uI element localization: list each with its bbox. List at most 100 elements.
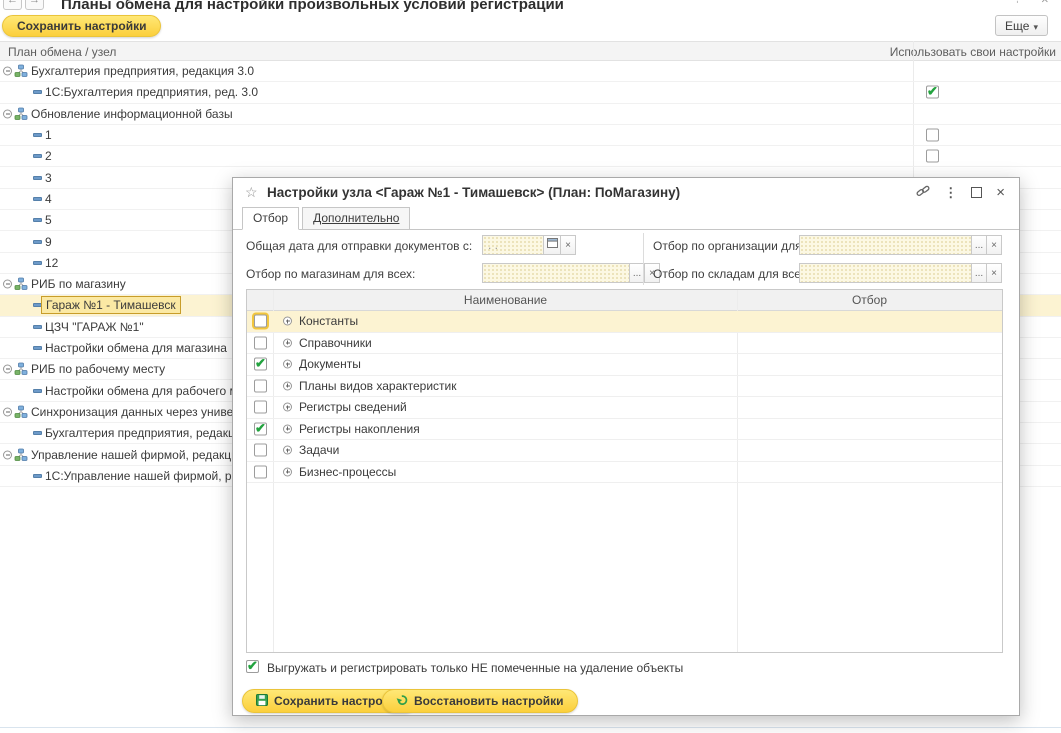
- collapse-icon[interactable]: [3, 407, 12, 416]
- clear-org-button[interactable]: ×: [986, 235, 1002, 255]
- calendar-button[interactable]: [543, 235, 561, 255]
- expand-icon[interactable]: [283, 381, 292, 390]
- tree-row[interactable]: Бухгалтерия предприятия, редакция 3.0: [0, 61, 1061, 82]
- metadata-rows: Константы СправочникиДокументыПланы видов…: [247, 311, 1002, 652]
- chevron-down-icon: ▾: [1033, 22, 1038, 32]
- fields-divider: [643, 233, 644, 285]
- expand-icon[interactable]: [283, 446, 292, 455]
- tree-row[interactable]: Обновление информационной базы: [0, 104, 1061, 125]
- column-header-plan: План обмена / узел: [8, 45, 116, 59]
- metadata-row[interactable]: Регистры накопления: [247, 419, 1002, 441]
- warehouse-input[interactable]: [799, 263, 972, 283]
- link-icon[interactable]: [916, 184, 930, 201]
- restore-settings-button[interactable]: Восстановить настройки: [382, 689, 578, 713]
- column-header-use-own-settings: Использовать свои настройки: [890, 45, 1056, 59]
- collapse-icon[interactable]: [3, 109, 12, 118]
- more-button[interactable]: Еще▾: [995, 15, 1048, 36]
- warehouse-select-button[interactable]: ...: [971, 263, 987, 283]
- metadata-row[interactable]: Задачи: [247, 440, 1002, 462]
- tree-node-label: 2: [45, 149, 52, 163]
- metadata-row[interactable]: Регистры сведений: [247, 397, 1002, 419]
- include-checkbox[interactable]: [254, 422, 267, 435]
- tree-header: План обмена / узел Использовать свои нас…: [0, 41, 1061, 61]
- metadata-row[interactable]: Константы: [247, 311, 1002, 333]
- date-field-label: Общая дата для отправки документов с:: [246, 239, 472, 253]
- expand-icon[interactable]: [283, 360, 292, 369]
- shop-input[interactable]: [482, 263, 630, 283]
- include-checkbox[interactable]: [254, 401, 267, 414]
- tree-row[interactable]: 1: [0, 125, 1061, 146]
- tab-dopolnitelno[interactable]: Дополнительно: [302, 207, 410, 230]
- maximize-icon[interactable]: [971, 187, 982, 198]
- date-input[interactable]: . .: [482, 235, 544, 255]
- close-icon[interactable]: ×: [996, 186, 1005, 199]
- shop-field-label: Отбор по магазинам для всех:: [246, 267, 415, 281]
- metadata-row[interactable]: Планы видов характеристик: [247, 376, 1002, 398]
- expand-icon[interactable]: [283, 403, 292, 412]
- save-settings-button[interactable]: Сохранить настройки: [2, 15, 161, 37]
- collapse-icon[interactable]: [3, 365, 12, 374]
- tree-node-label: 12: [45, 256, 58, 270]
- favorite-star-icon[interactable]: ☆: [245, 184, 258, 201]
- only-not-deleted-checkbox[interactable]: [246, 660, 259, 673]
- node-dash-icon: [33, 346, 42, 350]
- kebab-menu-icon[interactable]: ⋮: [944, 186, 957, 199]
- restore-icon: [396, 694, 408, 709]
- close-form-icon[interactable]: ✕: [1041, 0, 1049, 5]
- metadata-label: Регистры сведений: [299, 400, 407, 414]
- exchange-plan-icon: [14, 362, 28, 376]
- collapse-icon[interactable]: [3, 280, 12, 289]
- metadata-row[interactable]: Бизнес-процессы: [247, 462, 1002, 484]
- org-input[interactable]: [799, 235, 972, 255]
- tree-group-label: Управление нашей фирмой, редакция 1.6: [31, 448, 264, 462]
- node-dash-icon: [33, 154, 42, 158]
- dialog-tabs: Отбор Дополнительно: [233, 206, 1019, 230]
- tree-group-label: Обновление информационной базы: [31, 107, 233, 121]
- tree-row[interactable]: 1С:Бухгалтерия предприятия, ред. 3.0: [0, 82, 1061, 103]
- clear-warehouse-button[interactable]: ×: [986, 263, 1002, 283]
- exchange-plan-icon: [14, 405, 28, 419]
- clear-date-button[interactable]: ×: [560, 235, 576, 255]
- window-bottom-divider: [0, 727, 1061, 728]
- include-checkbox[interactable]: [254, 465, 267, 478]
- metadata-row[interactable]: Документы: [247, 354, 1002, 376]
- tab-otbor[interactable]: Отбор: [242, 207, 299, 230]
- node-dash-icon: [33, 197, 42, 201]
- use-own-settings-checkbox[interactable]: [926, 86, 939, 99]
- exchange-plan-icon: [14, 277, 28, 291]
- use-own-settings-checkbox[interactable]: [926, 129, 939, 142]
- pin-icon[interactable]: ⁝: [1016, 0, 1019, 5]
- metadata-label: Бизнес-процессы: [299, 465, 396, 479]
- metadata-label: Регистры накопления: [299, 422, 420, 436]
- expand-icon[interactable]: [283, 467, 292, 476]
- tree-row[interactable]: 2: [0, 146, 1061, 167]
- page-title: Планы обмена для настройки произвольных …: [61, 0, 564, 13]
- tree-node-label: 3: [45, 171, 52, 185]
- node-dash-icon: [33, 218, 42, 222]
- tree-node-label: Настройки обмена для магазина: [45, 341, 227, 355]
- forward-button[interactable]: →: [25, 0, 44, 10]
- app-window: ← → Планы обмена для настройки произволь…: [0, 0, 1061, 733]
- tree-group-label: Бухгалтерия предприятия, редакция 3.0: [31, 64, 254, 78]
- metadata-row[interactable]: Справочники: [247, 333, 1002, 355]
- include-checkbox[interactable]: [254, 358, 267, 371]
- expand-icon[interactable]: [283, 317, 292, 326]
- include-checkbox[interactable]: [254, 444, 267, 457]
- include-checkbox[interactable]: [254, 315, 267, 328]
- tree-group-label: РИБ по рабочему месту: [31, 362, 165, 376]
- expand-icon[interactable]: [283, 424, 292, 433]
- collapse-icon[interactable]: [3, 67, 12, 76]
- metadata-label: Константы: [299, 314, 358, 328]
- tree-node-label: 9: [45, 235, 52, 249]
- column-header-name: Наименование: [274, 293, 737, 307]
- include-checkbox[interactable]: [254, 379, 267, 392]
- org-select-button[interactable]: ...: [971, 235, 987, 255]
- node-settings-dialog: ☆ Настройки узла <Гараж №1 - Тимашевск> …: [232, 177, 1020, 716]
- tree-node-label: 4: [45, 192, 52, 206]
- back-button[interactable]: ←: [3, 0, 22, 10]
- collapse-icon[interactable]: [3, 450, 12, 459]
- expand-icon[interactable]: [283, 338, 292, 347]
- exchange-plan-icon: [14, 448, 28, 462]
- include-checkbox[interactable]: [254, 336, 267, 349]
- use-own-settings-checkbox[interactable]: [926, 150, 939, 163]
